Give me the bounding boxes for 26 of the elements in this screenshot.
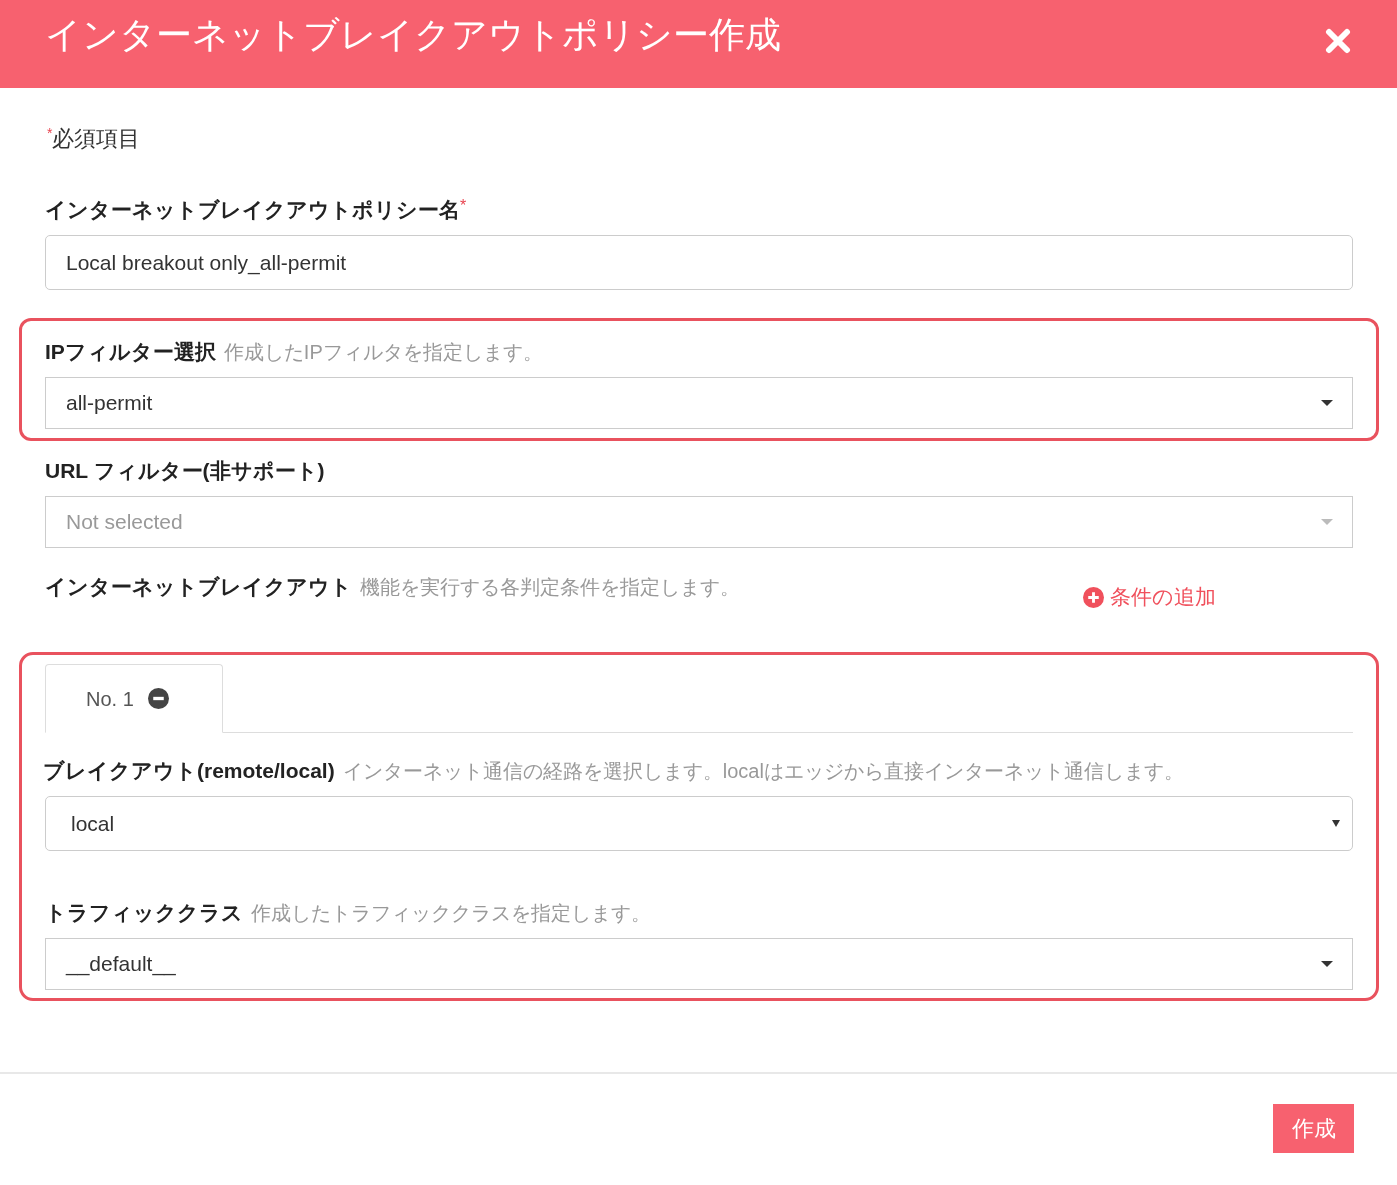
required-mark: * xyxy=(460,197,467,215)
minus-circle-icon[interactable] xyxy=(147,688,169,709)
field-label: インターネットブレイクアウト xyxy=(45,574,352,600)
field-hint: インターネット通信の経路を選択します。localはエッジから直接インターネット通信します。 xyxy=(342,759,1184,784)
field-label: URL フィルター(非サポート) xyxy=(45,458,325,484)
add-condition-link[interactable]: 条件の追加 xyxy=(1083,584,1216,610)
select-field[interactable]: __default__ xyxy=(45,938,1353,990)
field-hint: 作成したトラフィッククラスを指定します。 xyxy=(251,901,651,926)
field-label: IPフィルター選択 xyxy=(45,339,216,365)
tab[interactable]: No. 1 xyxy=(45,664,223,733)
close-icon[interactable] xyxy=(1325,28,1351,54)
caret-icon[interactable] xyxy=(1321,400,1333,406)
text-input[interactable]: Local breakout only_all-permit xyxy=(45,235,1353,290)
field-label: インターネットブレイクアウトポリシー名 xyxy=(45,197,460,223)
field-label: ブレイクアウト(remote/local) xyxy=(43,758,335,784)
plus-circle-icon[interactable] xyxy=(1083,586,1104,608)
caret-icon[interactable] xyxy=(1332,820,1340,827)
dialog-title: インターネットブレイクアウトポリシー作成 xyxy=(45,13,781,57)
caret-icon[interactable] xyxy=(1321,961,1333,967)
required-note: 必須項目 xyxy=(52,125,141,153)
field-hint: 機能を実行する各判定条件を指定します。 xyxy=(360,575,740,600)
field-label: トラフィッククラス xyxy=(45,900,243,926)
select-field[interactable]: all-permit xyxy=(45,377,1353,429)
field-hint: 作成したIPフィルタを指定します。 xyxy=(223,340,543,365)
required-mark: * xyxy=(47,124,53,141)
select-field[interactable]: local xyxy=(45,796,1353,851)
